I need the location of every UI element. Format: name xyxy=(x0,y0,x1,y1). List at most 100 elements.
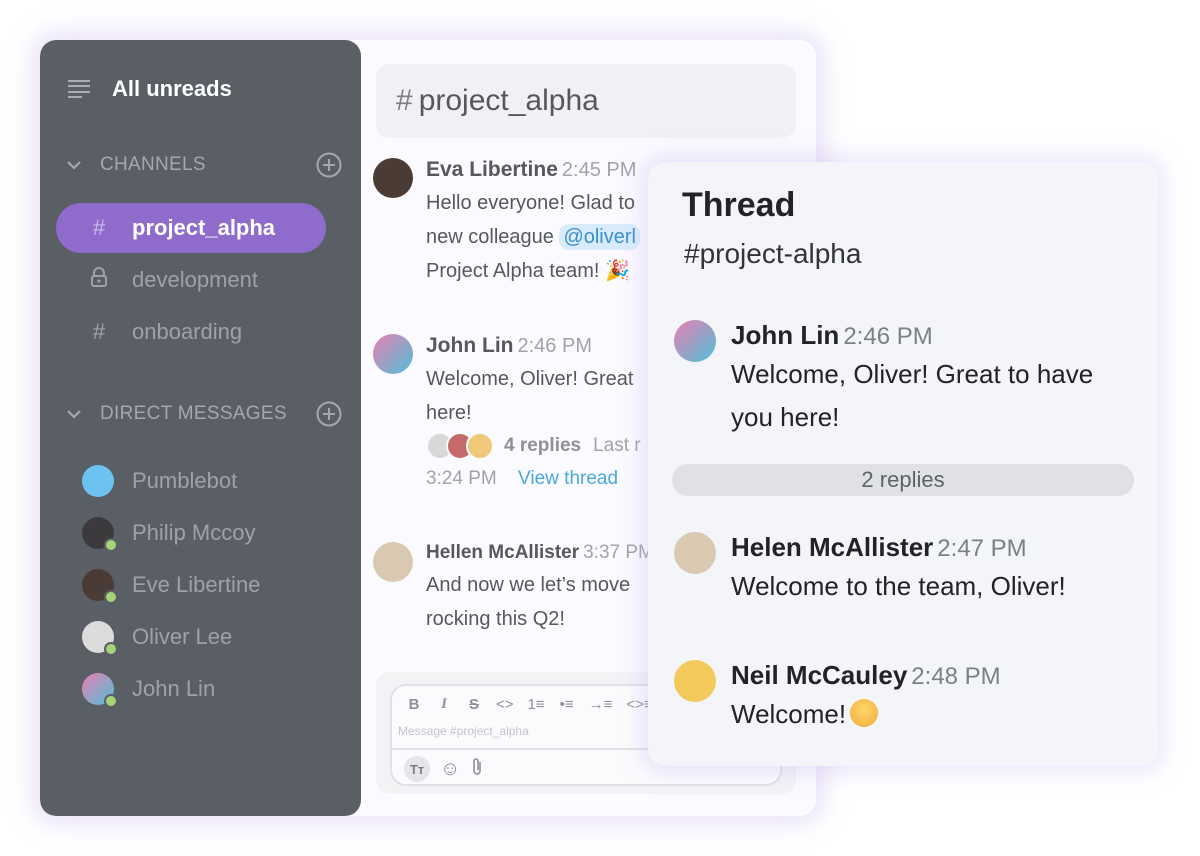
avatar xyxy=(82,621,118,656)
replies-count[interactable]: 4 replies xyxy=(504,435,581,457)
thread-reply: Neil McCauley 2:48 PM Welcome! xyxy=(674,660,1144,736)
message-author[interactable]: Eva Libertine xyxy=(426,158,558,181)
message-author[interactable]: John Lin xyxy=(426,334,514,357)
channels-title: CHANNELS xyxy=(100,154,206,175)
message-text: Welcome to the team, Oliver! xyxy=(731,571,1066,601)
avatar[interactable] xyxy=(373,158,413,198)
avatar[interactable] xyxy=(373,542,413,582)
bold-icon[interactable]: B xyxy=(406,696,422,713)
indent-icon[interactable]: →≡ xyxy=(589,696,613,713)
message-author[interactable]: Hellen McAllister xyxy=(426,542,579,563)
message-time: 2:46 PM xyxy=(517,335,592,357)
list-icon xyxy=(68,80,90,98)
add-dm-icon[interactable] xyxy=(316,401,342,427)
dm-name: Pumblebot xyxy=(132,468,238,493)
thread-title: Thread xyxy=(682,186,796,224)
message-time: 3:37 PM xyxy=(583,542,654,563)
replies-divider: 2 replies xyxy=(672,464,1134,496)
message-text-line: Hello everyone! Glad to xyxy=(426,192,636,214)
avatar[interactable] xyxy=(373,334,413,374)
avatar xyxy=(82,569,118,604)
message-text-line: And now we let’s move xyxy=(426,574,631,596)
channel-name: project_alpha xyxy=(132,215,276,240)
message-input[interactable]: Message #project_alpha xyxy=(398,724,529,738)
online-status-icon xyxy=(104,694,118,708)
message-author[interactable]: Neil McCauley xyxy=(731,660,907,690)
message-time: 2:48 PM xyxy=(911,663,1001,690)
dms-section-header[interactable]: DIRECT MESSAGES xyxy=(64,401,342,427)
channel-title: project_alpha xyxy=(418,84,599,117)
dm-name: John Lin xyxy=(132,676,216,701)
user-mention[interactable]: @oliverl xyxy=(559,224,640,250)
message-text-line: Project Alpha team! 🎉 xyxy=(426,260,630,282)
formatting-toolbar: B I S <> 1≡ •≡ →≡ <>≡ xyxy=(406,696,653,713)
dm-name: Philip Mccoy xyxy=(132,520,256,545)
avatar[interactable] xyxy=(674,532,716,574)
message-text-line: Welcome, Oliver! Great to have xyxy=(731,359,1094,389)
thread-replies-summary[interactable]: 4 replies Last r xyxy=(426,432,673,460)
all-unreads-label: All unreads xyxy=(112,76,232,101)
chevron-down-icon[interactable] xyxy=(64,404,84,424)
hash-icon: # xyxy=(396,84,413,117)
message-text: Welcome! xyxy=(731,699,847,729)
channel-name: development xyxy=(132,267,258,292)
smile-emoji-icon xyxy=(850,699,879,727)
message-author[interactable]: Helen McAllister xyxy=(731,532,933,562)
dm-item-philip-mccoy[interactable]: Philip Mccoy xyxy=(82,517,256,552)
last-reply-label: Last r xyxy=(593,435,641,456)
thread-parent-message: John Lin 2:46 PM Welcome, Oliver! Great t… xyxy=(674,320,1144,439)
all-unreads-button[interactable]: All unreads xyxy=(68,76,232,102)
lock-icon xyxy=(88,267,110,293)
thread-reply: Helen McAllister 2:47 PM Welcome to the t… xyxy=(674,532,1144,608)
avatar[interactable] xyxy=(674,660,716,702)
channel-header: # project_alpha xyxy=(376,64,796,138)
dm-item-pumblebot[interactable]: Pumblebot xyxy=(82,465,237,497)
avatar[interactable] xyxy=(674,320,716,362)
avatar xyxy=(82,673,118,708)
emoji-icon[interactable]: ☺ xyxy=(440,758,460,781)
dm-name: Oliver Lee xyxy=(132,624,233,649)
chevron-down-icon[interactable] xyxy=(64,155,84,175)
strikethrough-icon[interactable]: S xyxy=(466,696,482,713)
view-thread-link[interactable]: View thread xyxy=(518,468,618,489)
channel-item-project-alpha[interactable]: # project_alpha xyxy=(56,203,326,253)
message-item: John Lin 2:46 PM Welcome, Oliver! Great h… xyxy=(373,334,673,490)
message-time: 2:46 PM xyxy=(843,323,933,350)
bullet-list-icon[interactable]: •≡ xyxy=(559,696,575,713)
channel-item-development[interactable]: development xyxy=(56,255,326,305)
text-format-icon[interactable]: Tт xyxy=(404,756,430,782)
dm-item-john-lin[interactable]: John Lin xyxy=(82,673,216,708)
message-time: 2:45 PM xyxy=(561,159,637,181)
hash-icon: # xyxy=(92,215,106,240)
attachment-icon[interactable] xyxy=(470,757,484,782)
message-author[interactable]: John Lin xyxy=(731,320,839,350)
online-status-icon xyxy=(104,642,118,656)
message-text-line: new colleague xyxy=(426,226,554,248)
dm-item-eve-libertine[interactable]: Eve Libertine xyxy=(82,569,261,604)
message-item: Hellen McAllister 3:37 PM And now we let’… xyxy=(373,542,673,636)
message-time: 2:47 PM xyxy=(937,535,1027,562)
italic-icon[interactable]: I xyxy=(436,696,452,713)
thread-channel[interactable]: #project-alpha xyxy=(684,238,861,270)
dm-item-oliver-lee[interactable]: Oliver Lee xyxy=(82,621,233,656)
message-text-line: rocking this Q2! xyxy=(426,608,565,630)
dms-title: DIRECT MESSAGES xyxy=(100,403,287,424)
bot-avatar xyxy=(82,465,114,497)
message-text-line: Welcome, Oliver! Great xyxy=(426,368,634,390)
channels-section-header[interactable]: CHANNELS xyxy=(64,152,342,178)
avatar xyxy=(466,432,494,460)
ordered-list-icon[interactable]: 1≡ xyxy=(528,696,545,713)
reply-avatars xyxy=(426,432,494,460)
code-icon[interactable]: <> xyxy=(496,696,514,713)
avatar xyxy=(82,517,118,552)
last-reply-time: 3:24 PM xyxy=(426,468,497,489)
hash-icon: # xyxy=(92,319,106,344)
add-channel-icon[interactable] xyxy=(316,152,342,178)
message-text-line: you here! xyxy=(731,402,840,432)
online-status-icon xyxy=(104,538,118,552)
channel-name: onboarding xyxy=(132,319,243,344)
sidebar: All unreads CHANNELS # project_alpha dev… xyxy=(40,40,361,816)
thread-panel: Thread #project-alpha John Lin 2:46 PM We… xyxy=(648,162,1158,766)
channel-item-onboarding[interactable]: # onboarding xyxy=(56,307,326,357)
dm-name: Eve Libertine xyxy=(132,572,261,597)
